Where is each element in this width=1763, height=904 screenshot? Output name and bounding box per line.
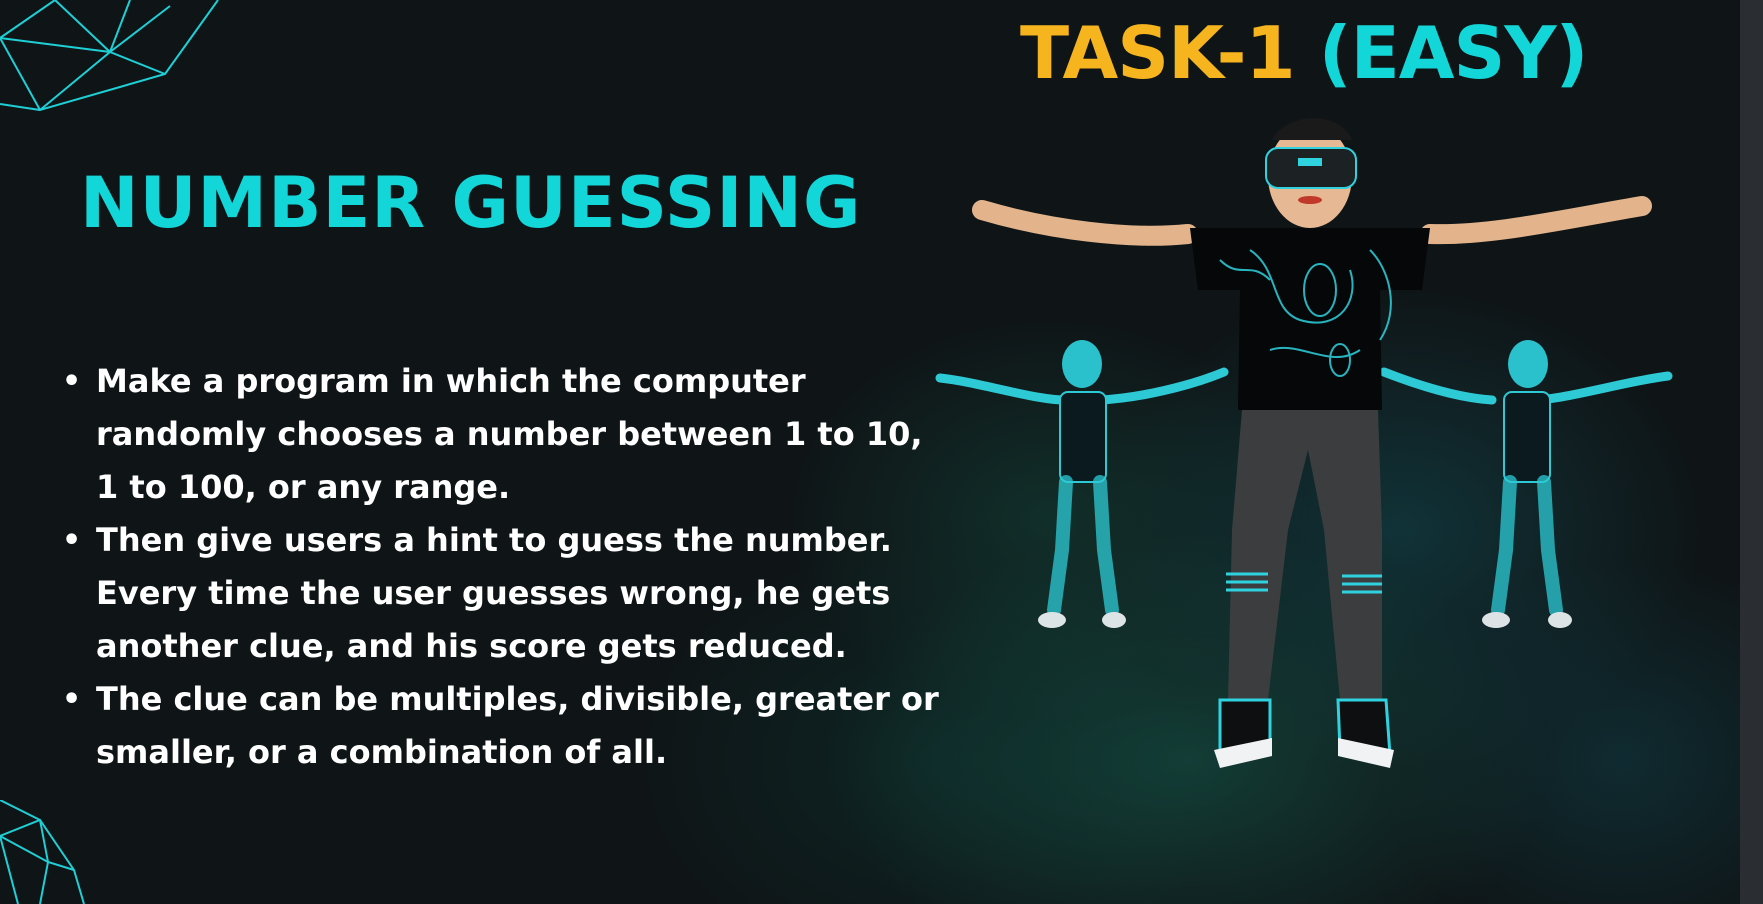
task-title: TASK-1 (EASY) xyxy=(1020,8,1589,98)
task-title-difficulty: (EASY) xyxy=(1318,11,1589,95)
geometric-corner-decoration-bottom xyxy=(0,800,85,904)
task-title-number: TASK-1 xyxy=(1020,11,1296,95)
wireframe-avatar-left-icon xyxy=(935,340,1229,628)
main-title: NUMBER GUESSING xyxy=(80,162,862,244)
bullet-item: • Make a program in which the computer r… xyxy=(62,355,942,514)
bullet-dot-icon: • xyxy=(62,523,82,558)
bullet-dot-icon: • xyxy=(62,364,82,399)
geometric-corner-decoration-top xyxy=(0,0,219,112)
bullet-dot-icon: • xyxy=(62,682,82,717)
bullet-list: • Make a program in which the computer r… xyxy=(62,355,942,779)
avatar-illustration xyxy=(935,118,1673,768)
wireframe-avatar-right-icon xyxy=(1379,340,1673,628)
bullet-item: • Then give users a hint to guess the nu… xyxy=(62,514,942,673)
bullet-item: • The clue can be multiples, divisible, … xyxy=(62,673,942,779)
bullet-text: Then give users a hint to guess the numb… xyxy=(96,521,892,665)
bullet-text: The clue can be multiples, divisible, gr… xyxy=(96,680,939,771)
slide: TASK-1 (EASY) NUMBER GUESSING • Make a p… xyxy=(0,0,1740,904)
bullet-text: Make a program in which the computer ran… xyxy=(96,362,923,506)
